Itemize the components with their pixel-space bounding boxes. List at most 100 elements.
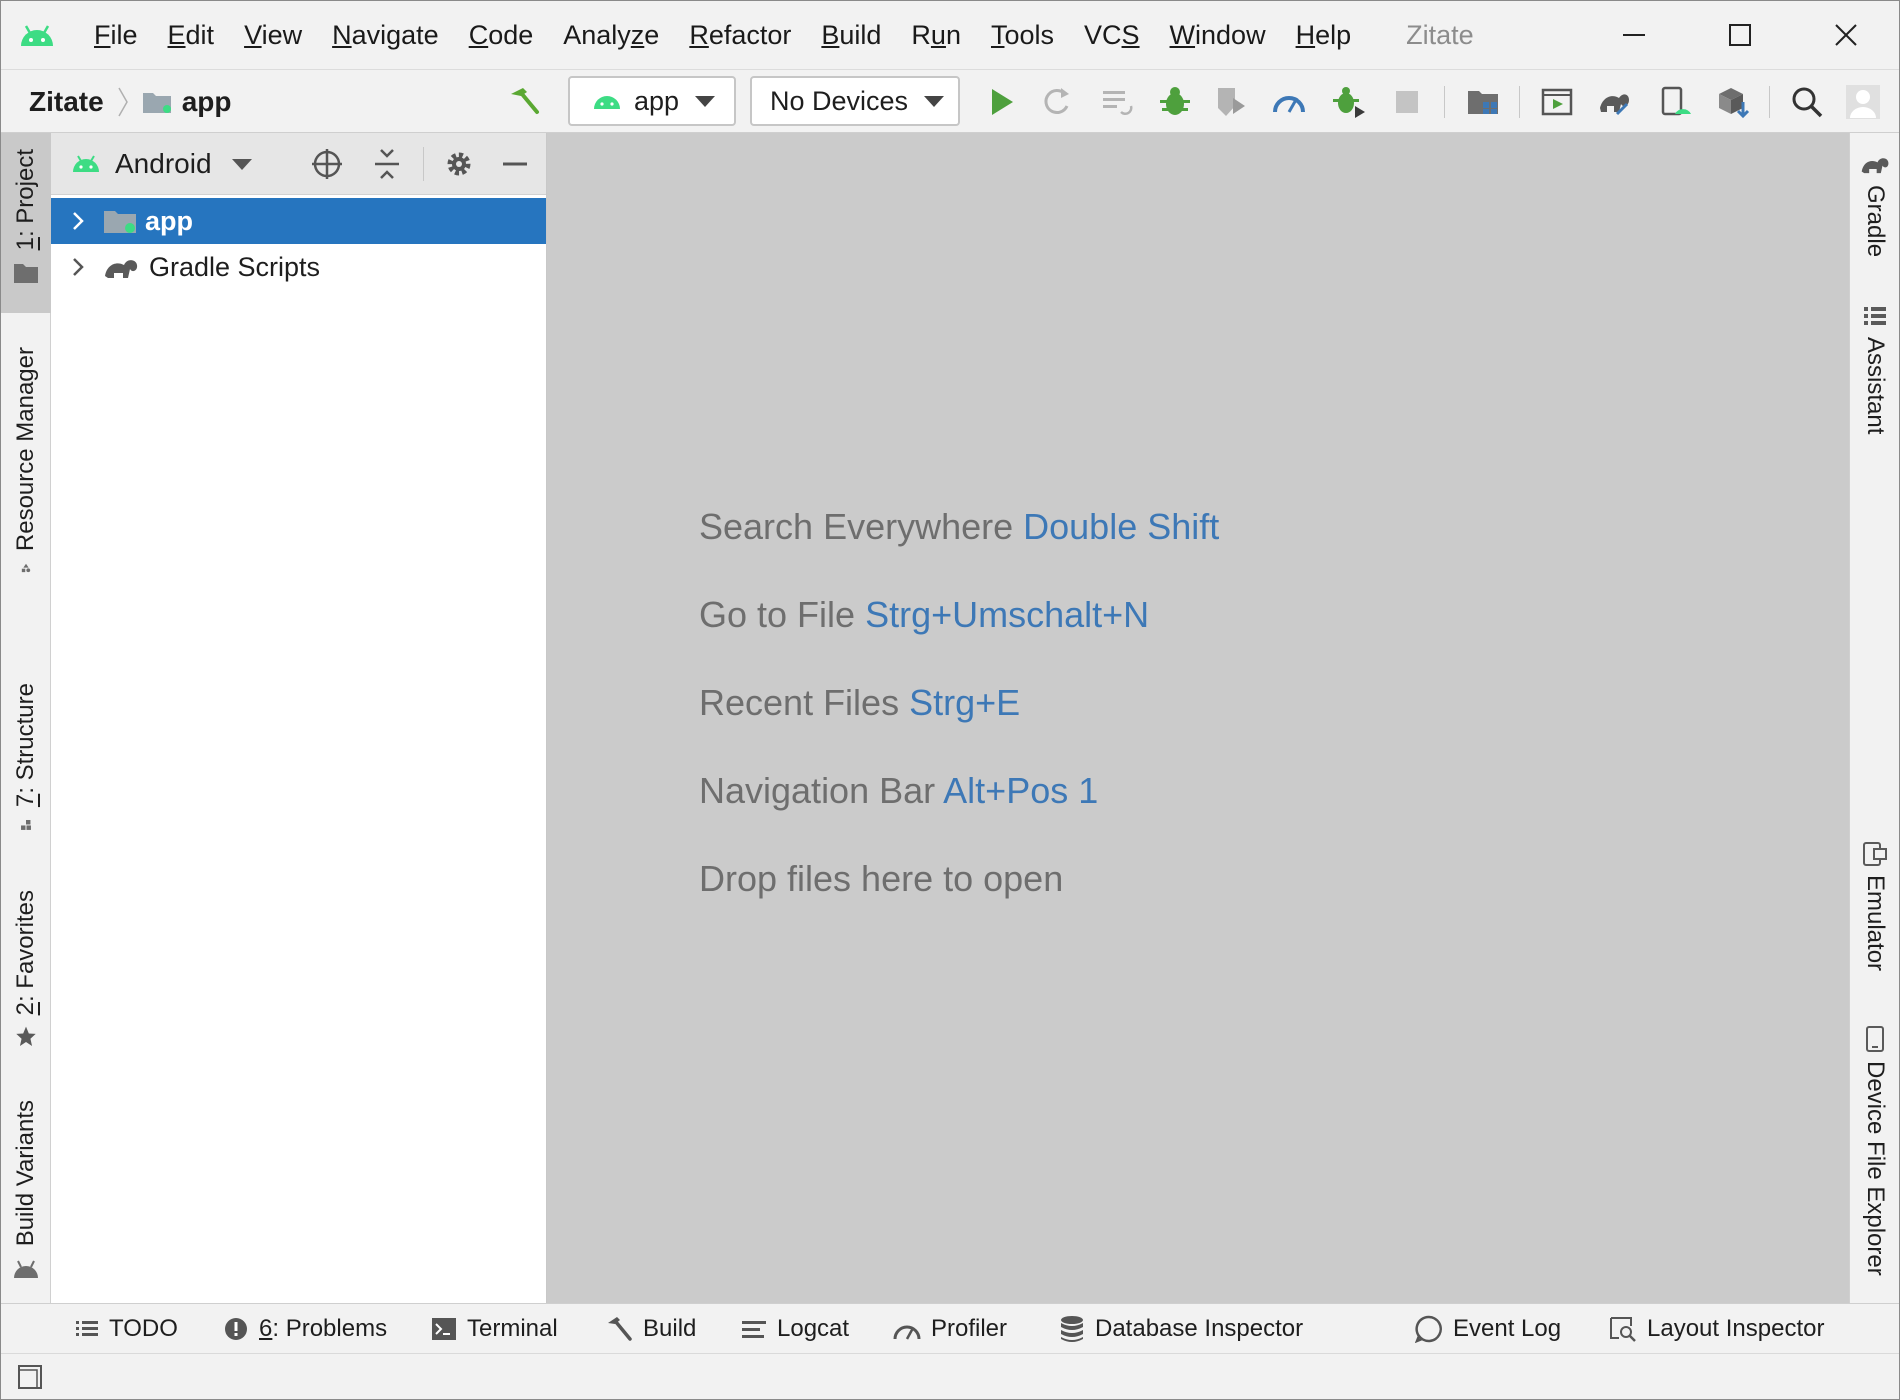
apply-changes-restart-icon[interactable] — [1039, 84, 1075, 120]
maximize-button[interactable] — [1687, 1, 1793, 69]
breadcrumb-module[interactable]: app — [182, 86, 232, 118]
project-view-select[interactable]: Android — [71, 133, 252, 195]
dropdown-arrow-icon — [924, 95, 945, 107]
menu-navigate[interactable]: Navigate — [317, 1, 454, 69]
profile-icon[interactable] — [1271, 84, 1307, 120]
minimize-button[interactable] — [1581, 1, 1687, 69]
menu-vcs[interactable]: VCS — [1069, 1, 1155, 69]
chevron-right-icon[interactable] — [67, 256, 89, 278]
left-tool-strip: 1: Project Resource Manager 7: Structure… — [1, 133, 51, 1303]
run-icon[interactable] — [983, 84, 1019, 120]
tool-layout-inspector[interactable]: Layout Inspector — [1609, 1304, 1824, 1354]
chevron-right-icon[interactable] — [67, 210, 89, 232]
tree-item-gradle-scripts[interactable]: Gradle Scripts — [51, 244, 546, 290]
apply-code-changes-icon[interactable] — [1099, 84, 1135, 120]
tab-build-variants-label: Build Variants — [12, 1100, 39, 1247]
collapse-all-icon[interactable] — [369, 146, 405, 182]
stop-icon[interactable] — [1389, 84, 1425, 120]
tab-build-variants[interactable]: Build Variants — [1, 1088, 51, 1283]
menu-help[interactable]: Help — [1281, 1, 1367, 69]
breadcrumb-chevron-icon — [118, 87, 128, 117]
tab-project-label: 1: Project — [12, 149, 39, 251]
avd-manager-icon[interactable] — [1539, 84, 1575, 120]
menu-tools[interactable]: Tools — [976, 1, 1069, 69]
module-folder-icon — [104, 211, 136, 233]
project-structure-icon[interactable] — [1465, 84, 1501, 120]
profiler-gauge-icon — [893, 1325, 921, 1340]
user-account-icon[interactable] — [1845, 84, 1881, 120]
tool-terminal[interactable]: Terminal — [431, 1304, 558, 1354]
hint-navigation-bar: Navigation Bar Alt+Pos 1 — [699, 770, 1099, 811]
folder-icon — [14, 264, 38, 284]
tab-assistant[interactable]: Assistant — [1850, 305, 1900, 455]
close-icon — [1835, 24, 1857, 46]
tab-favorites[interactable]: 2: Favorites — [1, 878, 51, 1048]
android-icon — [73, 155, 99, 172]
device-select[interactable]: No Devices — [750, 76, 960, 126]
list-icon — [1864, 307, 1886, 325]
hint-drop-files: Drop files here to open — [699, 858, 1064, 899]
header-separator — [423, 147, 424, 181]
tab-device-file-explorer-label: Device File Explorer — [1862, 1061, 1889, 1276]
gradle-elephant-icon — [1861, 158, 1889, 174]
minimize-icon — [1623, 34, 1645, 36]
tab-structure-label: 7: Structure — [12, 683, 39, 808]
menu-code[interactable]: Code — [454, 1, 549, 69]
tool-todo[interactable]: TODO — [75, 1304, 178, 1354]
breadcrumb-project[interactable]: Zitate — [29, 86, 104, 118]
tab-project[interactable]: 1: Project — [1, 133, 51, 313]
tool-profiler[interactable]: Profiler — [893, 1304, 1007, 1354]
tree-item-app[interactable]: app — [51, 198, 546, 244]
gear-icon[interactable] — [441, 146, 477, 182]
dropdown-arrow-icon — [231, 158, 252, 170]
tool-build[interactable]: Build — [605, 1304, 696, 1354]
editor-empty-area[interactable]: Search Everywhere Double Shift Go to Fil… — [547, 133, 1851, 1303]
bottom-tool-bar: TODO 6: Problems Terminal Build Logcat P… — [1, 1303, 1899, 1353]
locate-file-icon[interactable] — [309, 146, 345, 182]
tab-emulator-label: Emulator — [1862, 875, 1889, 972]
menu-refactor[interactable]: Refactor — [674, 1, 806, 69]
tree-item-label: app — [145, 205, 194, 236]
tab-resource-manager[interactable]: Resource Manager — [1, 333, 51, 573]
search-icon[interactable] — [1789, 84, 1825, 120]
hint-go-to-file: Go to File Strg+Umschalt+N — [699, 594, 1150, 635]
list-icon — [76, 1321, 98, 1336]
device-manager-icon[interactable] — [1657, 84, 1693, 120]
sdk-manager-icon[interactable] — [1715, 84, 1751, 120]
module-folder-icon — [142, 93, 171, 113]
project-view-value: Android — [115, 148, 212, 179]
menu-analyze[interactable]: Analyze — [548, 1, 674, 69]
run-with-coverage-icon[interactable] — [1213, 84, 1249, 120]
menu-run[interactable]: Run — [896, 1, 976, 69]
menu-build[interactable]: Build — [806, 1, 896, 69]
menu-window[interactable]: Window — [1155, 1, 1281, 69]
right-tool-strip: Gradle Assistant Emulator Device File Ex… — [1849, 133, 1899, 1303]
hint-recent-files: Recent Files Strg+E — [699, 682, 1021, 723]
menu-edit[interactable]: Edit — [153, 1, 230, 69]
toggle-tool-windows-icon[interactable] — [17, 1364, 43, 1390]
tool-event-log[interactable]: Event Log — [1415, 1304, 1561, 1354]
sync-gradle-icon[interactable] — [1597, 84, 1633, 120]
tab-structure[interactable]: 7: Structure — [1, 671, 51, 831]
speech-bubble-icon — [1415, 1315, 1442, 1343]
menu-file[interactable]: File — [79, 1, 153, 69]
tool-problems[interactable]: 6: Problems — [223, 1304, 387, 1354]
tab-favorites-label: 2: Favorites — [12, 890, 39, 1016]
tab-emulator[interactable]: Emulator — [1850, 841, 1900, 991]
attach-debugger-icon[interactable] — [1331, 84, 1367, 120]
tab-assistant-label: Assistant — [1862, 337, 1889, 435]
menu-view[interactable]: View — [229, 1, 317, 69]
tab-gradle-label: Gradle — [1862, 185, 1889, 258]
tool-database-inspector[interactable]: Database Inspector — [1059, 1304, 1303, 1354]
hide-panel-icon[interactable] — [497, 146, 533, 182]
make-project-hammer-icon[interactable] — [505, 84, 541, 120]
run-config-select[interactable]: app — [568, 76, 736, 126]
close-window-button[interactable] — [1793, 1, 1899, 69]
dropdown-arrow-icon — [695, 95, 716, 107]
debug-icon[interactable] — [1157, 84, 1193, 120]
tab-gradle[interactable]: Gradle — [1850, 153, 1900, 303]
tab-device-file-explorer[interactable]: Device File Explorer — [1850, 1025, 1900, 1295]
android-studio-logo-icon — [21, 25, 53, 46]
tool-logcat[interactable]: Logcat — [741, 1304, 849, 1354]
layout-inspector-icon — [1610, 1317, 1636, 1342]
